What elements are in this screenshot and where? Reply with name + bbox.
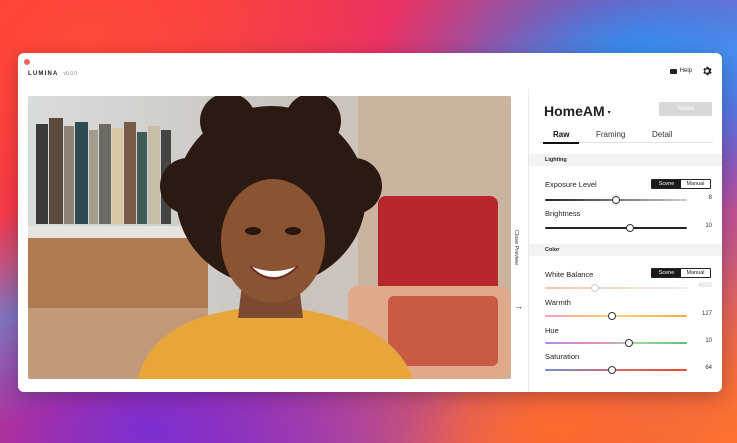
help-button[interactable]: Help: [669, 68, 692, 74]
settings-panel: HomeAM ▾ Saved Raw Framing Detail Lighti…: [528, 89, 722, 392]
white-balance-mode-manual[interactable]: Manual: [681, 269, 710, 277]
close-preview-label: Close Preview: [513, 230, 519, 266]
warmth-slider[interactable]: [545, 312, 687, 320]
tab-raw[interactable]: Raw: [553, 130, 569, 139]
warmth-label: Warmth: [545, 298, 571, 307]
color-section-header: Color: [529, 244, 722, 256]
preset-name: HomeAM: [544, 103, 605, 119]
exposure-mode-scene[interactable]: Scene: [652, 180, 681, 188]
exposure-label: Exposure Level: [545, 180, 597, 189]
warmth-value: 127: [701, 311, 712, 317]
brightness-label: Brightness: [545, 209, 581, 218]
exposure-mode-toggle: Scene Manual: [651, 179, 711, 189]
chevron-down-icon: ▾: [607, 109, 611, 116]
portrait-photo: [28, 96, 511, 379]
tab-detail[interactable]: Detail: [652, 130, 672, 139]
gear-icon[interactable]: [702, 66, 712, 76]
exposure-slider[interactable]: [545, 196, 687, 204]
mail-icon: [669, 68, 677, 74]
brightness-slider[interactable]: [545, 224, 687, 232]
panel-tabs: Raw Framing Detail: [539, 129, 713, 144]
saturation-slider[interactable]: [545, 366, 687, 374]
app-version: v0.0.0: [63, 71, 78, 77]
white-balance-value: 4500: [698, 283, 712, 289]
app-window: LUMINA v0.0.0 Help Close Preview → HomeA…: [18, 53, 722, 392]
saturation-label: Saturation: [545, 352, 580, 361]
arrow-right-icon: →: [514, 301, 523, 311]
white-balance-label: White Balance: [545, 270, 594, 279]
hue-value: 10: [705, 338, 712, 344]
hue-label: Hue: [545, 326, 559, 335]
saturation-value: 64: [705, 365, 712, 371]
hue-slider-handle[interactable]: [624, 339, 633, 347]
app-name: LUMINA: [28, 71, 59, 77]
white-balance-slider[interactable]: [545, 284, 687, 292]
window-close-dot[interactable]: [24, 59, 30, 65]
close-preview-tab[interactable]: Close Preview →: [511, 96, 527, 379]
lighting-section-header: Lighting: [529, 154, 722, 166]
white-balance-slider-handle[interactable]: [590, 284, 599, 292]
warmth-slider-handle[interactable]: [607, 312, 616, 320]
saturation-slider-handle[interactable]: [607, 366, 616, 374]
help-label: Help: [679, 68, 692, 74]
exposure-mode-manual[interactable]: Manual: [681, 180, 710, 188]
tab-framing[interactable]: Framing: [596, 130, 625, 139]
active-tab-indicator: [543, 142, 579, 144]
white-balance-mode-toggle: Scene Manual: [651, 268, 711, 278]
photo-preview: [28, 96, 511, 379]
exposure-slider-handle[interactable]: [612, 196, 620, 204]
app-brand: LUMINA v0.0.0: [28, 71, 77, 77]
white-balance-mode-scene[interactable]: Scene: [652, 269, 681, 277]
exposure-value: 8: [708, 195, 712, 201]
hue-slider[interactable]: [545, 339, 687, 347]
brightness-value: 10: [705, 223, 712, 229]
brightness-slider-handle[interactable]: [626, 224, 635, 232]
preset-selector[interactable]: HomeAM ▾: [544, 103, 611, 119]
saved-button[interactable]: Saved: [659, 102, 712, 116]
